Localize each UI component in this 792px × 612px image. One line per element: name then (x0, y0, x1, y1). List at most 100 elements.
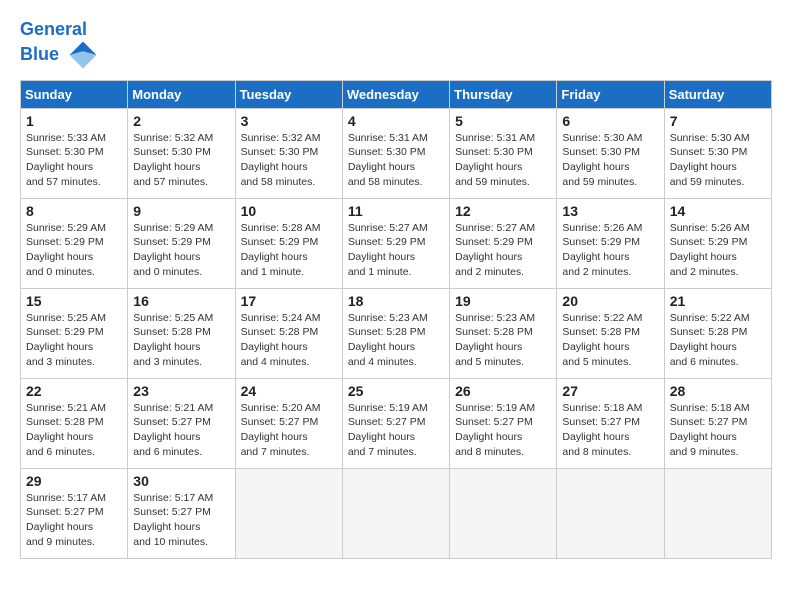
day-info: Sunrise: 5:23 AM Sunset: 5:28 PM Dayligh… (348, 311, 444, 370)
weekday-tuesday: Tuesday (235, 80, 342, 108)
day-number: 13 (562, 203, 658, 219)
day-info: Sunrise: 5:25 AM Sunset: 5:29 PM Dayligh… (26, 311, 122, 370)
weekday-friday: Friday (557, 80, 664, 108)
day-info: Sunrise: 5:31 AM Sunset: 5:30 PM Dayligh… (348, 131, 444, 190)
day-info: Sunrise: 5:22 AM Sunset: 5:28 PM Dayligh… (562, 311, 658, 370)
day-number: 12 (455, 203, 551, 219)
day-info: Sunrise: 5:26 AM Sunset: 5:29 PM Dayligh… (670, 221, 766, 280)
day-info: Sunrise: 5:20 AM Sunset: 5:27 PM Dayligh… (241, 401, 337, 460)
weekday-thursday: Thursday (450, 80, 557, 108)
day-info: Sunrise: 5:24 AM Sunset: 5:28 PM Dayligh… (241, 311, 337, 370)
day-number: 8 (26, 203, 122, 219)
calendar-cell: 6 Sunrise: 5:30 AM Sunset: 5:30 PM Dayli… (557, 108, 664, 198)
logo-general: General (20, 19, 87, 39)
day-number: 27 (562, 383, 658, 399)
calendar-cell: 2 Sunrise: 5:32 AM Sunset: 5:30 PM Dayli… (128, 108, 235, 198)
calendar-cell: 17 Sunrise: 5:24 AM Sunset: 5:28 PM Dayl… (235, 288, 342, 378)
calendar-cell: 12 Sunrise: 5:27 AM Sunset: 5:29 PM Dayl… (450, 198, 557, 288)
weekday-header-row: SundayMondayTuesdayWednesdayThursdayFrid… (21, 80, 772, 108)
calendar-cell (450, 468, 557, 558)
day-number: 20 (562, 293, 658, 309)
day-number: 19 (455, 293, 551, 309)
day-number: 15 (26, 293, 122, 309)
calendar-cell: 3 Sunrise: 5:32 AM Sunset: 5:30 PM Dayli… (235, 108, 342, 198)
day-number: 1 (26, 113, 122, 129)
day-info: Sunrise: 5:31 AM Sunset: 5:30 PM Dayligh… (455, 131, 551, 190)
day-info: Sunrise: 5:27 AM Sunset: 5:29 PM Dayligh… (455, 221, 551, 280)
day-info: Sunrise: 5:26 AM Sunset: 5:29 PM Dayligh… (562, 221, 658, 280)
day-info: Sunrise: 5:29 AM Sunset: 5:29 PM Dayligh… (133, 221, 229, 280)
day-number: 4 (348, 113, 444, 129)
day-info: Sunrise: 5:19 AM Sunset: 5:27 PM Dayligh… (348, 401, 444, 460)
day-number: 29 (26, 473, 122, 489)
day-number: 25 (348, 383, 444, 399)
day-number: 26 (455, 383, 551, 399)
calendar-cell (342, 468, 449, 558)
day-info: Sunrise: 5:29 AM Sunset: 5:29 PM Dayligh… (26, 221, 122, 280)
day-number: 30 (133, 473, 229, 489)
calendar-cell: 9 Sunrise: 5:29 AM Sunset: 5:29 PM Dayli… (128, 198, 235, 288)
calendar-cell: 30 Sunrise: 5:17 AM Sunset: 5:27 PM Dayl… (128, 468, 235, 558)
calendar-cell: 18 Sunrise: 5:23 AM Sunset: 5:28 PM Dayl… (342, 288, 449, 378)
day-number: 24 (241, 383, 337, 399)
logo: General Blue (20, 20, 98, 70)
day-number: 2 (133, 113, 229, 129)
day-info: Sunrise: 5:22 AM Sunset: 5:28 PM Dayligh… (670, 311, 766, 370)
calendar-cell (664, 468, 771, 558)
calendar-cell: 20 Sunrise: 5:22 AM Sunset: 5:28 PM Dayl… (557, 288, 664, 378)
day-info: Sunrise: 5:18 AM Sunset: 5:27 PM Dayligh… (670, 401, 766, 460)
calendar-cell: 11 Sunrise: 5:27 AM Sunset: 5:29 PM Dayl… (342, 198, 449, 288)
calendar-cell: 14 Sunrise: 5:26 AM Sunset: 5:29 PM Dayl… (664, 198, 771, 288)
calendar-cell: 28 Sunrise: 5:18 AM Sunset: 5:27 PM Dayl… (664, 378, 771, 468)
day-number: 16 (133, 293, 229, 309)
calendar-cell: 7 Sunrise: 5:30 AM Sunset: 5:30 PM Dayli… (664, 108, 771, 198)
weekday-monday: Monday (128, 80, 235, 108)
calendar-cell: 5 Sunrise: 5:31 AM Sunset: 5:30 PM Dayli… (450, 108, 557, 198)
day-number: 9 (133, 203, 229, 219)
day-info: Sunrise: 5:30 AM Sunset: 5:30 PM Dayligh… (562, 131, 658, 190)
day-number: 23 (133, 383, 229, 399)
calendar-cell: 15 Sunrise: 5:25 AM Sunset: 5:29 PM Dayl… (21, 288, 128, 378)
day-number: 21 (670, 293, 766, 309)
day-info: Sunrise: 5:28 AM Sunset: 5:29 PM Dayligh… (241, 221, 337, 280)
day-number: 7 (670, 113, 766, 129)
day-info: Sunrise: 5:30 AM Sunset: 5:30 PM Dayligh… (670, 131, 766, 190)
day-info: Sunrise: 5:17 AM Sunset: 5:27 PM Dayligh… (133, 491, 229, 550)
day-number: 14 (670, 203, 766, 219)
day-info: Sunrise: 5:32 AM Sunset: 5:30 PM Dayligh… (133, 131, 229, 190)
page-header: General Blue (20, 20, 772, 70)
day-number: 17 (241, 293, 337, 309)
calendar-cell: 19 Sunrise: 5:23 AM Sunset: 5:28 PM Dayl… (450, 288, 557, 378)
day-info: Sunrise: 5:17 AM Sunset: 5:27 PM Dayligh… (26, 491, 122, 550)
day-info: Sunrise: 5:21 AM Sunset: 5:28 PM Dayligh… (26, 401, 122, 460)
weekday-saturday: Saturday (664, 80, 771, 108)
calendar-cell: 4 Sunrise: 5:31 AM Sunset: 5:30 PM Dayli… (342, 108, 449, 198)
calendar-cell: 24 Sunrise: 5:20 AM Sunset: 5:27 PM Dayl… (235, 378, 342, 468)
logo-icon (68, 40, 98, 70)
day-info: Sunrise: 5:32 AM Sunset: 5:30 PM Dayligh… (241, 131, 337, 190)
calendar-cell: 29 Sunrise: 5:17 AM Sunset: 5:27 PM Dayl… (21, 468, 128, 558)
weekday-wednesday: Wednesday (342, 80, 449, 108)
day-info: Sunrise: 5:33 AM Sunset: 5:30 PM Dayligh… (26, 131, 122, 190)
day-info: Sunrise: 5:19 AM Sunset: 5:27 PM Dayligh… (455, 401, 551, 460)
weekday-sunday: Sunday (21, 80, 128, 108)
day-info: Sunrise: 5:21 AM Sunset: 5:27 PM Dayligh… (133, 401, 229, 460)
calendar-cell: 26 Sunrise: 5:19 AM Sunset: 5:27 PM Dayl… (450, 378, 557, 468)
day-info: Sunrise: 5:18 AM Sunset: 5:27 PM Dayligh… (562, 401, 658, 460)
calendar-cell: 22 Sunrise: 5:21 AM Sunset: 5:28 PM Dayl… (21, 378, 128, 468)
week-row-4: 22 Sunrise: 5:21 AM Sunset: 5:28 PM Dayl… (21, 378, 772, 468)
day-info: Sunrise: 5:23 AM Sunset: 5:28 PM Dayligh… (455, 311, 551, 370)
day-number: 5 (455, 113, 551, 129)
calendar-table: SundayMondayTuesdayWednesdayThursdayFrid… (20, 80, 772, 559)
calendar-cell: 21 Sunrise: 5:22 AM Sunset: 5:28 PM Dayl… (664, 288, 771, 378)
calendar-body: 1 Sunrise: 5:33 AM Sunset: 5:30 PM Dayli… (21, 108, 772, 558)
calendar-cell: 13 Sunrise: 5:26 AM Sunset: 5:29 PM Dayl… (557, 198, 664, 288)
calendar-cell: 8 Sunrise: 5:29 AM Sunset: 5:29 PM Dayli… (21, 198, 128, 288)
day-number: 11 (348, 203, 444, 219)
calendar-cell: 23 Sunrise: 5:21 AM Sunset: 5:27 PM Dayl… (128, 378, 235, 468)
day-info: Sunrise: 5:25 AM Sunset: 5:28 PM Dayligh… (133, 311, 229, 370)
logo-blue: Blue (20, 44, 59, 64)
calendar-cell: 16 Sunrise: 5:25 AM Sunset: 5:28 PM Dayl… (128, 288, 235, 378)
day-number: 6 (562, 113, 658, 129)
week-row-2: 8 Sunrise: 5:29 AM Sunset: 5:29 PM Dayli… (21, 198, 772, 288)
